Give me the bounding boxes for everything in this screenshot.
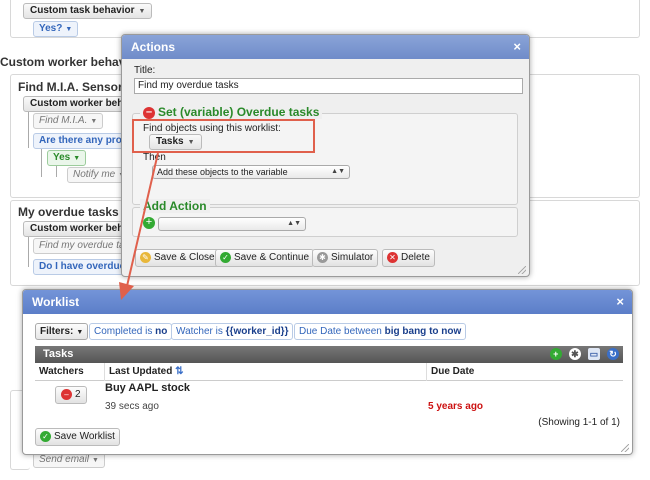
tree-line <box>28 237 29 267</box>
custom-worker-behavior-heading: Custom worker behavi <box>0 55 129 69</box>
my-overdue-heading: My overdue tasks <box>18 205 119 219</box>
add-action-legend: Add Action <box>140 199 210 213</box>
close-icon[interactable]: × <box>616 290 624 314</box>
set-variable-legend: – Set (variable) Overdue tasks <box>140 105 323 119</box>
simulator-button[interactable]: ✱ Simulator <box>312 249 379 267</box>
delete-button[interactable]: ✕ Delete <box>382 249 435 267</box>
column-due-date[interactable]: Due Date <box>427 363 623 381</box>
table-header: Watchers Last Updated ⇅ Due Date <box>35 363 623 381</box>
filter-completed[interactable]: Completed is no <box>89 323 173 340</box>
filters-dropdown[interactable]: Filters: ▼ <box>35 323 89 340</box>
tree-line <box>56 166 57 177</box>
tasks-header-bar: Tasks + ✱ ▭ ↻ <box>35 346 623 363</box>
remove-watcher-icon: – <box>61 388 72 400</box>
close-icon[interactable]: × <box>513 35 521 59</box>
select-arrows-icon: ▲▼ <box>287 220 301 227</box>
watchers-button[interactable]: –2 <box>55 386 87 404</box>
tree-line <box>28 112 29 148</box>
add-icon[interactable]: + <box>549 348 562 360</box>
save-continue-button[interactable]: ✓ Save & Continue <box>215 249 315 267</box>
title-field-label: Title: <box>134 65 156 76</box>
add-action-select[interactable]: ▲▼ <box>158 217 306 231</box>
task-name[interactable]: Buy AAPL stock <box>105 382 190 394</box>
are-there-any-chip[interactable]: Are there any pro <box>33 133 128 149</box>
resize-handle-icon[interactable] <box>518 266 526 274</box>
check-icon: ✓ <box>40 430 51 442</box>
find-my-overdue-chip[interactable]: Find my overdue ta <box>33 238 131 254</box>
gear-icon[interactable]: ✱ <box>568 348 581 360</box>
filter-watcher[interactable]: Watcher is {{worker_id}} <box>171 323 294 340</box>
column-watchers[interactable]: Watchers <box>35 363 105 381</box>
task-last-updated: 39 secs ago <box>105 401 159 412</box>
gear-icon: ✱ <box>317 251 328 263</box>
do-i-have-overdue-chip[interactable]: Do I have overdue <box>33 259 132 275</box>
resize-handle-icon[interactable] <box>621 444 629 452</box>
add-action-icon[interactable]: + <box>143 217 155 230</box>
save-worklist-button[interactable]: ✓ Save Worklist <box>35 428 120 446</box>
worklist-title: Worklist <box>32 295 80 309</box>
column-last-updated[interactable]: Last Updated ⇅ <box>105 363 427 381</box>
tasks-header: Tasks <box>43 348 74 360</box>
yes-top-dropdown[interactable]: Yes? ▼ <box>33 21 79 37</box>
then-label: Then <box>143 152 166 163</box>
yes-dropdown[interactable]: Yes ▼ <box>47 150 87 166</box>
remove-action-icon[interactable]: – <box>143 106 155 119</box>
then-select[interactable]: Add these objects to the variable ▲▼ <box>152 165 350 179</box>
save-icon: ✎ <box>140 251 151 263</box>
actions-dialog-title: Actions <box>131 40 176 54</box>
filter-due-date[interactable]: Due Date between big bang to now <box>294 323 467 340</box>
highlight-box <box>132 119 315 153</box>
actions-dialog: Actions × Title: Find my overdue tasks –… <box>121 34 530 277</box>
find-mia-dropdown[interactable]: Find M.I.A. ▼ <box>33 113 104 129</box>
save-close-button[interactable]: ✎ Save & Close <box>135 249 220 267</box>
showing-count: (Showing 1-1 of 1) <box>538 417 620 428</box>
find-mia-heading: Find M.I.A. Sensor <box>18 80 123 94</box>
custom-task-behavior-dropdown[interactable]: Custom task behavior ▼ <box>23 3 153 19</box>
actions-dialog-titlebar[interactable]: Actions × <box>122 35 529 59</box>
delete-icon: ✕ <box>387 251 398 263</box>
check-icon: ✓ <box>220 251 231 263</box>
worklist-panel: Worklist × Filters: ▼ Completed is no Wat… <box>22 289 633 455</box>
title-field[interactable]: Find my overdue tasks <box>134 78 523 94</box>
window-icon[interactable]: ▭ <box>587 348 600 360</box>
select-arrows-icon: ▲▼ <box>331 168 345 175</box>
sort-icon: ⇅ <box>175 366 184 377</box>
worklist-titlebar[interactable]: Worklist × <box>23 290 632 314</box>
task-due-date: 5 years ago <box>428 401 484 412</box>
refresh-icon[interactable]: ↻ <box>607 348 619 360</box>
tree-line <box>41 149 42 177</box>
